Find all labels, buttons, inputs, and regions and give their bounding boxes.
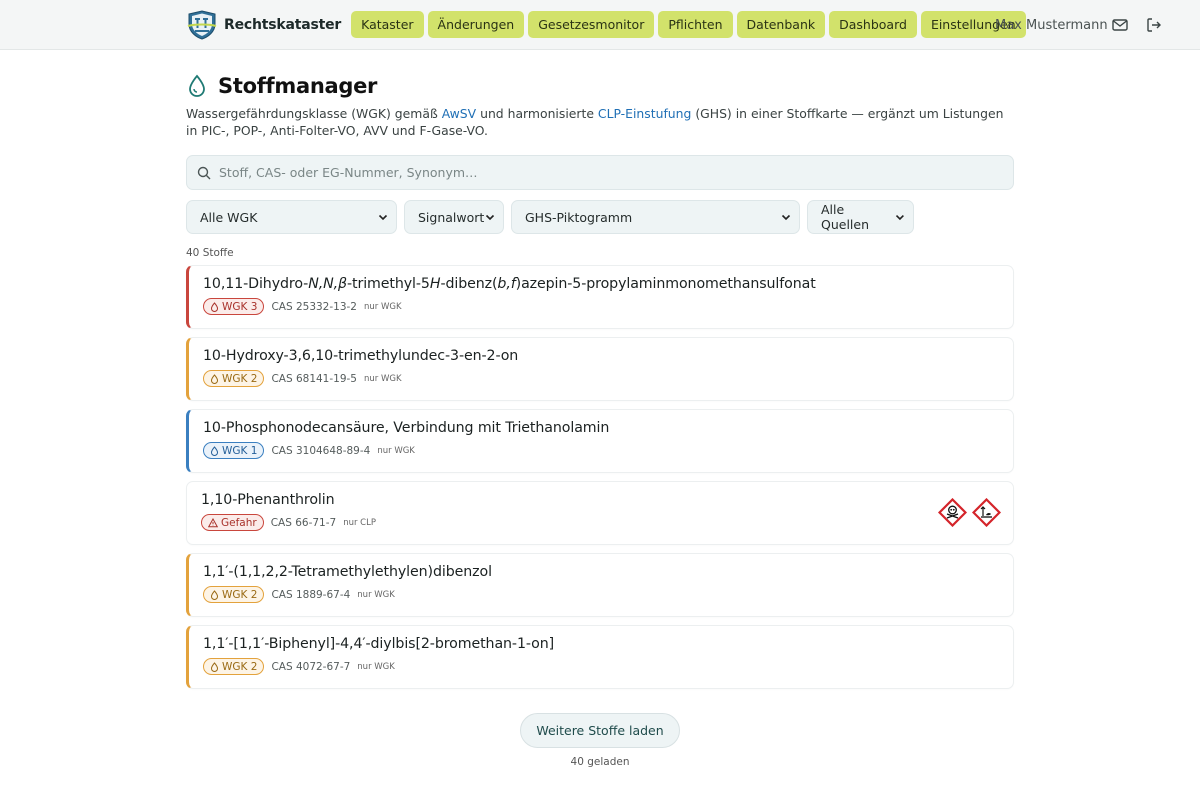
page-header: Stoffmanager <box>186 74 1014 98</box>
source-tag: nur WGK <box>357 589 395 600</box>
page-title: Stoffmanager <box>218 74 378 98</box>
cas-number: CAS 3104648-89-4 <box>271 444 371 457</box>
nav-kataster[interactable]: Kataster <box>351 11 424 38</box>
substance-name: 10-Phosphonodecansäure, Verbindung mit T… <box>203 420 610 436</box>
water-drop-icon <box>210 589 219 600</box>
wgk-badge: WGK 2 <box>203 658 265 675</box>
source-tag: nur WGK <box>363 301 402 312</box>
nav-pflichten[interactable]: Pflichten <box>658 11 733 38</box>
cas-number: CAS 25332-13-2 <box>271 300 357 313</box>
signal-word-badge: Gefahr <box>201 514 264 531</box>
main-content: Stoffmanager Wassergefährdungsklasse (WG… <box>186 50 1014 768</box>
substance-card[interactable]: 10-Hydroxy-3,6,10-trimethylundec-3-en-2-… <box>186 337 1014 401</box>
cas-number: CAS 1889-67-4 <box>271 588 351 601</box>
chevron-down-icon <box>781 214 791 221</box>
result-count: 40 Stoffe <box>186 247 234 259</box>
substance-card[interactable]: 1,1′-(1,1,2,2-Tetramethylethylen)dibenzo… <box>186 553 1014 617</box>
substance-name: 10-Hydroxy-3,6,10-trimethylundec-3-en-2-… <box>203 348 519 364</box>
water-drop-icon <box>210 301 219 312</box>
search-bar <box>186 155 1014 190</box>
main-nav: Kataster Änderungen Gesetzesmonitor Pfli… <box>351 11 1026 38</box>
brand-name: Rechtskataster <box>224 16 342 33</box>
substance-name: 1,1′-[1,1′-Biphenyl]-4,4′-diylbis[2-brom… <box>203 636 555 652</box>
wgk-badge: WGK 1 <box>203 442 265 459</box>
chevron-down-icon <box>896 214 905 221</box>
source-tag: nur WGK <box>377 445 415 456</box>
ghs-pictogram-select[interactable]: GHS-Piktogramm <box>511 200 800 234</box>
ghs-pictograms <box>938 498 1001 527</box>
water-drop-icon <box>189 74 205 97</box>
chevron-down-icon <box>378 214 388 221</box>
brand[interactable]: Rechtskataster <box>186 9 342 40</box>
substance-list: 10,11-Dihydro-N,N,β-trimethyl-5H-dibenz(… <box>186 265 1014 689</box>
source-tag: nur WGK <box>363 373 402 384</box>
sources-select[interactable]: Alle Quellen <box>807 200 914 234</box>
chevron-down-icon <box>485 214 495 221</box>
wgk-badge: WGK 3 <box>203 298 265 315</box>
search-input[interactable] <box>219 165 979 180</box>
cas-number: CAS 4072-67-7 <box>271 660 351 673</box>
substance-card[interactable]: 1,1′-[1,1′-Biphenyl]-4,4′-diylbis[2-brom… <box>186 625 1014 689</box>
mail-icon[interactable] <box>1111 16 1129 34</box>
substance-card[interactable]: 1,10-Phenanthrolin Gefahr CAS 66-71-7 nu… <box>186 481 1014 545</box>
clp-link[interactable]: CLP-Einstufung <box>598 106 691 121</box>
awsv-link[interactable]: AwSV <box>442 106 476 121</box>
nav-datenbank[interactable]: Datenbank <box>736 11 826 38</box>
water-drop-icon <box>210 373 219 384</box>
nav-dashboard[interactable]: Dashboard <box>829 11 917 38</box>
signal-word-select[interactable]: Signalwort <box>404 200 504 234</box>
wgk-badge: WGK 2 <box>203 370 265 387</box>
brand-logo-icon <box>187 9 217 40</box>
page-description: Wassergefährdungsklasse (WGK) gemäß AwSV… <box>186 106 1004 138</box>
substance-name: 1,1′-(1,1,2,2-Tetramethylethylen)dibenzo… <box>203 564 492 580</box>
substance-name: 1,10-Phenanthrolin <box>201 492 335 508</box>
substance-card[interactable]: 10,11-Dihydro-N,N,β-trimethyl-5H-dibenz(… <box>186 265 1014 329</box>
loaded-count: 40 geladen <box>570 756 630 768</box>
search-icon <box>197 166 211 179</box>
source-tag: nur WGK <box>357 661 395 672</box>
substance-card[interactable]: 10-Phosphonodecansäure, Verbindung mit T… <box>186 409 1014 473</box>
wgk-select[interactable]: Alle WGK <box>186 200 397 234</box>
wgk-badge: WGK 2 <box>203 586 265 603</box>
water-drop-icon <box>210 661 219 672</box>
logout-icon[interactable] <box>1145 16 1163 34</box>
warning-triangle-icon <box>208 517 218 527</box>
filter-row: Alle WGK Signalwort GHS-Piktogramm Alle … <box>186 200 1014 234</box>
cas-number: CAS 68141-19-5 <box>271 372 357 385</box>
load-more-button[interactable]: Weitere Stoffe laden <box>520 713 680 748</box>
skull-crossbones-pictogram-icon <box>938 498 967 527</box>
nav-gesetzesmonitor[interactable]: Gesetzesmonitor <box>528 11 655 38</box>
nav-aenderungen[interactable]: Änderungen <box>427 11 525 38</box>
top-bar: Rechtskataster Kataster Änderungen Geset… <box>0 0 1200 50</box>
user-name[interactable]: Max Mustermann <box>995 0 1108 50</box>
water-drop-icon <box>210 445 219 456</box>
cas-number: CAS 66-71-7 <box>270 516 337 529</box>
source-tag: nur CLP <box>343 517 376 528</box>
environment-pictogram-icon <box>972 498 1001 527</box>
substance-name: 10,11-Dihydro-N,N,β-trimethyl-5H-dibenz(… <box>203 276 816 292</box>
